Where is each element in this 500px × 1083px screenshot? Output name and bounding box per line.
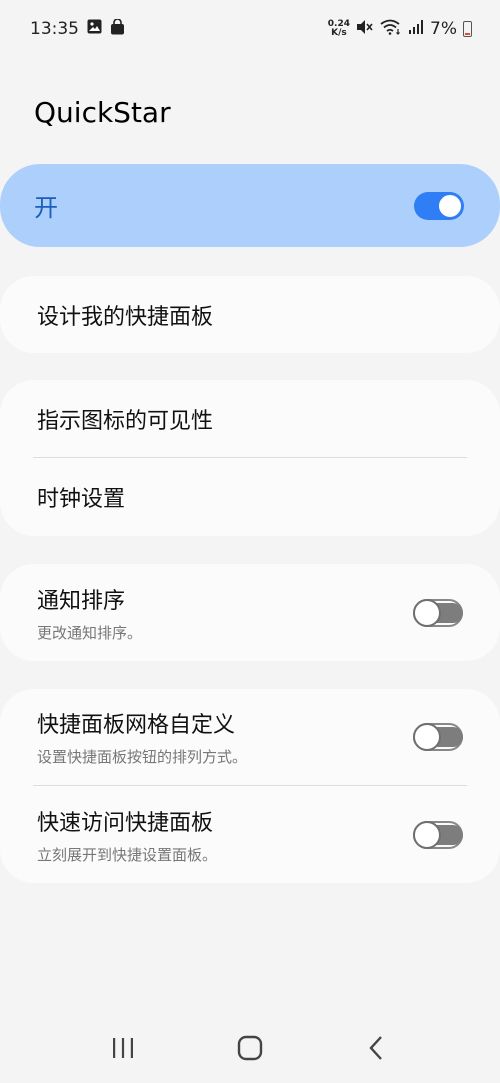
quick-access-toggle[interactable] xyxy=(413,820,463,849)
shopping-bag-icon xyxy=(110,17,125,40)
card-notification-order: 通知排序 更改通知排序。 xyxy=(0,564,500,661)
net-speed: 0.24 K/s xyxy=(328,20,350,38)
wifi-icon xyxy=(380,19,402,40)
toggle-knob xyxy=(413,598,441,627)
panel-grid-toggle[interactable] xyxy=(413,723,463,751)
master-switch-label: 开 xyxy=(34,194,58,222)
panel-grid-item[interactable]: 快捷面板网格自定义 设置快捷面板按钮的排列方式。 xyxy=(0,689,500,785)
toggle-knob xyxy=(413,723,441,751)
clock-settings-title: 时钟设置 xyxy=(37,487,126,512)
master-toggle[interactable] xyxy=(414,191,464,220)
card-panel-options: 快捷面板网格自定义 设置快捷面板按钮的排列方式。 快速访问快捷面板 立刻展开到快… xyxy=(0,689,500,883)
notification-order-text: 通知排序 更改通知排序。 xyxy=(37,583,142,643)
recent-apps-icon[interactable] xyxy=(103,1028,143,1068)
card-design-panel: 设计我的快捷面板 xyxy=(0,276,500,353)
panel-grid-text: 快捷面板网格自定义 设置快捷面板按钮的排列方式。 xyxy=(37,707,247,767)
card-indicator-clock: 指示图标的可见性 时钟设置 xyxy=(0,380,500,536)
master-switch-row[interactable]: 开 xyxy=(0,164,500,247)
status-left: 13:35 xyxy=(30,17,125,40)
panel-grid-title: 快捷面板网格自定义 xyxy=(37,713,236,738)
toggle-knob xyxy=(413,820,441,849)
battery-percent: 7% xyxy=(430,19,457,39)
battery-icon xyxy=(463,21,472,37)
design-panel-title: 设计我的快捷面板 xyxy=(37,304,214,330)
status-time: 13:35 xyxy=(30,19,79,39)
back-icon[interactable] xyxy=(357,1028,397,1068)
design-panel-item[interactable]: 设计我的快捷面板 xyxy=(0,276,500,353)
toggle-knob xyxy=(437,192,463,219)
clock-settings-item[interactable]: 时钟设置 xyxy=(0,458,500,536)
home-icon[interactable] xyxy=(230,1028,270,1068)
page-title: QuickStar xyxy=(34,96,171,129)
notification-order-item[interactable]: 通知排序 更改通知排序。 xyxy=(0,564,500,661)
indicator-visibility-title: 指示图标的可见性 xyxy=(37,408,214,434)
quick-access-subtitle: 立刻展开到快捷设置面板。 xyxy=(37,845,218,864)
mute-icon xyxy=(356,19,374,40)
signal-icon xyxy=(408,19,424,40)
status-bar: 13:35 0.24 K/s 7% xyxy=(0,0,500,58)
quick-access-title: 快速访问快捷面板 xyxy=(37,810,214,836)
notification-order-toggle[interactable] xyxy=(413,598,463,627)
image-icon xyxy=(87,19,102,39)
panel-grid-subtitle: 设置快捷面板按钮的排列方式。 xyxy=(37,748,248,766)
quick-access-text: 快速访问快捷面板 立刻展开到快捷设置面板。 xyxy=(37,805,217,865)
navigation-bar xyxy=(0,1013,500,1083)
status-right: 0.24 K/s 7% xyxy=(328,19,472,40)
notification-order-title: 通知排序 xyxy=(37,588,126,614)
notification-order-subtitle: 更改通知排序。 xyxy=(37,623,143,642)
indicator-visibility-item[interactable]: 指示图标的可见性 xyxy=(0,380,500,457)
net-speed-unit: K/s xyxy=(331,28,347,38)
quick-access-item[interactable]: 快速访问快捷面板 立刻展开到快捷设置面板。 xyxy=(0,786,500,883)
